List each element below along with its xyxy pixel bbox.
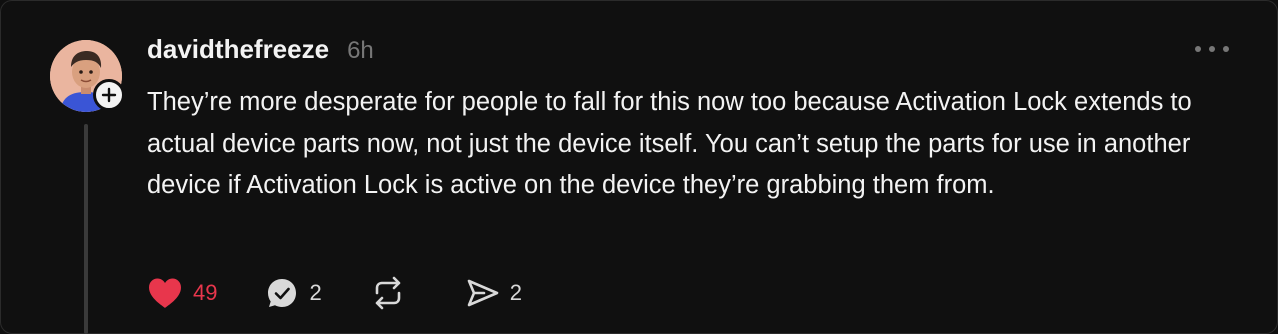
more-horizontal-icon <box>1209 46 1215 52</box>
post-header: davidthefreeze 6h <box>147 34 374 68</box>
action-bar: 49 2 2 <box>147 276 522 310</box>
plus-icon <box>101 87 117 103</box>
thread-line <box>84 124 88 334</box>
heart-icon <box>149 278 181 308</box>
post-text: They’re more desperate for people to fal… <box>147 88 1192 199</box>
send-icon <box>467 279 499 307</box>
share-count: 2 <box>509 280 522 305</box>
username[interactable]: davidthefreeze <box>147 34 329 65</box>
repost-icon <box>375 276 401 310</box>
like-button[interactable]: 49 <box>147 277 217 309</box>
reply-button[interactable]: 2 <box>265 276 322 310</box>
share-button[interactable]: 2 <box>466 277 522 309</box>
reply-count: 2 <box>309 280 322 305</box>
like-count: 49 <box>193 280 218 305</box>
more-horizontal-icon <box>1223 46 1229 52</box>
timestamp[interactable]: 6h <box>347 37 374 65</box>
more-horizontal-icon <box>1195 46 1201 52</box>
repost-button[interactable] <box>370 276 416 310</box>
more-options-button[interactable] <box>1195 42 1229 56</box>
follow-button[interactable] <box>93 79 125 111</box>
reply-bubble-icon <box>268 279 297 307</box>
